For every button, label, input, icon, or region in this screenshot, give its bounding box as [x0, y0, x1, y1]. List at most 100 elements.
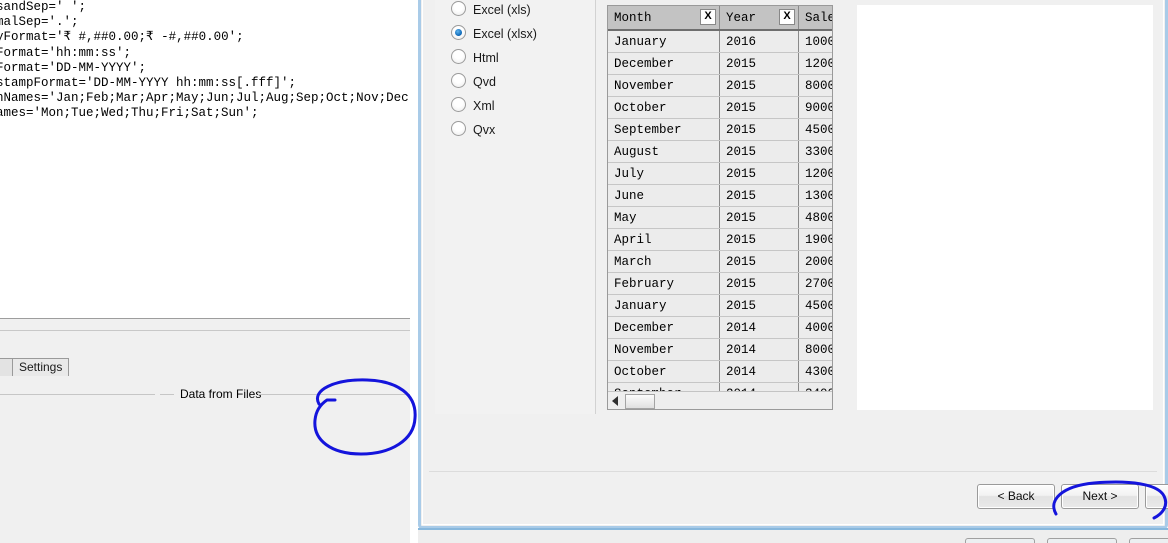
database-group-line: [0, 394, 155, 395]
data-from-files-label: Data from Files: [176, 387, 266, 401]
cell-month: April: [608, 228, 720, 251]
cell-month: May: [608, 206, 720, 229]
script-line: DateFormat='DD-MM-YYYY';: [0, 60, 147, 75]
cell-sales: 12000: [798, 162, 832, 185]
table-header-row: Month X Year X Sales X: [608, 6, 832, 31]
script-line: MonthNames='Jan;Feb;Mar;Apr;May;Jun;Jul;…: [0, 91, 410, 106]
table-row[interactable]: January 2015 4500: [608, 294, 832, 317]
cell-sales: 4000: [798, 316, 832, 339]
cell-year: 2015: [719, 184, 799, 207]
cell-sales: 45000: [798, 118, 832, 141]
cell-sales: 20000: [798, 250, 832, 273]
cell-sales: 80000: [798, 338, 832, 361]
table-row[interactable]: October201590000: [608, 96, 832, 119]
scroll-left-arrow-icon[interactable]: [612, 396, 618, 406]
cell-month: February: [608, 272, 720, 295]
table-row[interactable]: April201519000: [608, 228, 832, 251]
cell-year: 2015: [719, 52, 799, 75]
script-line: TimestampFormat='DD-MM-YYYY hh:mm:ss[.ff…: [0, 76, 297, 91]
table-row[interactable]: September201545000: [608, 118, 832, 141]
radio-label: Excel (xls): [473, 3, 531, 17]
table-row[interactable]: August 2015 3300: [608, 140, 832, 163]
cell-year: 2015: [719, 74, 799, 97]
table-row[interactable]: May 2015 4800: [608, 206, 832, 229]
cell-month: November: [608, 74, 720, 97]
finish-button[interactable]: [1145, 484, 1168, 509]
cell-sales: 3300: [798, 140, 832, 163]
background-button-2[interactable]: [1047, 538, 1117, 543]
script-line: DecimalSep='.';: [0, 15, 79, 30]
radio-qvx[interactable]: Qvx: [451, 121, 495, 137]
cell-year: 2015: [719, 206, 799, 229]
dialog-inner-frame: Excel (xls) Excel (xlsx) Html Qvd Xml Qv…: [422, 0, 1168, 525]
column-label: Month: [614, 10, 652, 25]
column-label: Year: [726, 10, 757, 25]
script-line: ThousandSep=' ';: [0, 0, 87, 14]
dialog-footer: < Back Next >: [429, 471, 1168, 518]
radio-icon[interactable]: [451, 1, 466, 16]
script-editor-pane[interactable]: ThousandSep=' '; DecimalSep='.'; MoneyFo…: [0, 0, 410, 318]
preview-table-body: January201610000 December201512000 Novem…: [608, 30, 832, 409]
file-type-radio-group: Excel (xls) Excel (xlsx) Html Qvd Xml Qv…: [435, 0, 596, 414]
table-row[interactable]: July201512000: [608, 162, 832, 185]
table-row[interactable]: December 2014 4000: [608, 316, 832, 339]
cell-sales: 90000: [798, 96, 832, 119]
cell-year: 2015: [719, 272, 799, 295]
close-icon[interactable]: X: [779, 9, 795, 25]
script-line: MoneyFormat='₹ #,##0.00;₹ -#,##0.00';: [0, 30, 244, 45]
cell-sales: 27000: [798, 272, 832, 295]
radio-icon-selected[interactable]: [451, 25, 466, 40]
cell-month: January: [608, 294, 720, 317]
cell-month: October: [608, 96, 720, 119]
cell-sales: 10000: [798, 30, 832, 53]
script-line: DayNames='Mon;Tue;Wed;Thu;Fri;Sat;Sun';: [0, 106, 259, 121]
radio-label: Qvd: [473, 75, 496, 89]
cell-month: July: [608, 162, 720, 185]
tab-strip: s Settings: [0, 356, 410, 377]
radio-label: Excel (xlsx): [473, 27, 537, 41]
column-header-sales[interactable]: Sales X: [798, 6, 832, 31]
table-row[interactable]: November 2015 8000: [608, 74, 832, 97]
column-label: Sales: [805, 10, 832, 25]
data-from-files-line-right: [258, 394, 410, 395]
cell-month: December: [608, 316, 720, 339]
radio-icon[interactable]: [451, 121, 466, 136]
cell-month: November: [608, 338, 720, 361]
cell-month: August: [608, 140, 720, 163]
radio-excel-xlsx[interactable]: Excel (xlsx): [451, 25, 537, 41]
radio-icon[interactable]: [451, 73, 466, 88]
table-row[interactable]: March201520000: [608, 250, 832, 273]
table-row[interactable]: November201480000: [608, 338, 832, 361]
radio-xml[interactable]: Xml: [451, 97, 495, 113]
background-button-1[interactable]: [965, 538, 1035, 543]
column-header-year[interactable]: Year X: [719, 6, 799, 31]
radio-excel-xls[interactable]: Excel (xls): [451, 1, 531, 17]
close-icon[interactable]: X: [700, 9, 716, 25]
cell-year: 2015: [719, 228, 799, 251]
table-row[interactable]: December201512000: [608, 52, 832, 75]
radio-icon[interactable]: [451, 49, 466, 64]
table-row[interactable]: June201513000: [608, 184, 832, 207]
table-row[interactable]: January201610000: [608, 30, 832, 53]
scrollbar-thumb[interactable]: [625, 394, 655, 409]
radio-html[interactable]: Html: [451, 49, 499, 65]
table-row[interactable]: October201443000: [608, 360, 832, 383]
file-wizard-dialog: Excel (xls) Excel (xlsx) Html Qvd Xml Qv…: [418, 0, 1168, 529]
column-header-month[interactable]: Month X: [608, 6, 720, 31]
cell-sales: 12000: [798, 52, 832, 75]
editor-divider-2: [0, 330, 410, 358]
tab-settings[interactable]: Settings: [12, 358, 70, 376]
back-button[interactable]: < Back: [977, 484, 1055, 509]
grid-horizontal-scrollbar[interactable]: [608, 391, 832, 409]
data-preview-grid[interactable]: Month X Year X Sales X: [607, 5, 833, 410]
cell-year: 2014: [719, 316, 799, 339]
cell-year: 2014: [719, 360, 799, 383]
background-button-3[interactable]: [1129, 538, 1168, 543]
next-button[interactable]: Next >: [1061, 484, 1139, 509]
radio-icon[interactable]: [451, 97, 466, 112]
preview-blank-area: [857, 5, 1153, 410]
settings-panel: Data from Files Connect... Select... Rel…: [0, 376, 410, 543]
radio-qvd[interactable]: Qvd: [451, 73, 496, 89]
script-editor-lines: ThousandSep=' '; DecimalSep='.'; MoneyFo…: [0, 0, 410, 122]
table-row[interactable]: February201527000: [608, 272, 832, 295]
